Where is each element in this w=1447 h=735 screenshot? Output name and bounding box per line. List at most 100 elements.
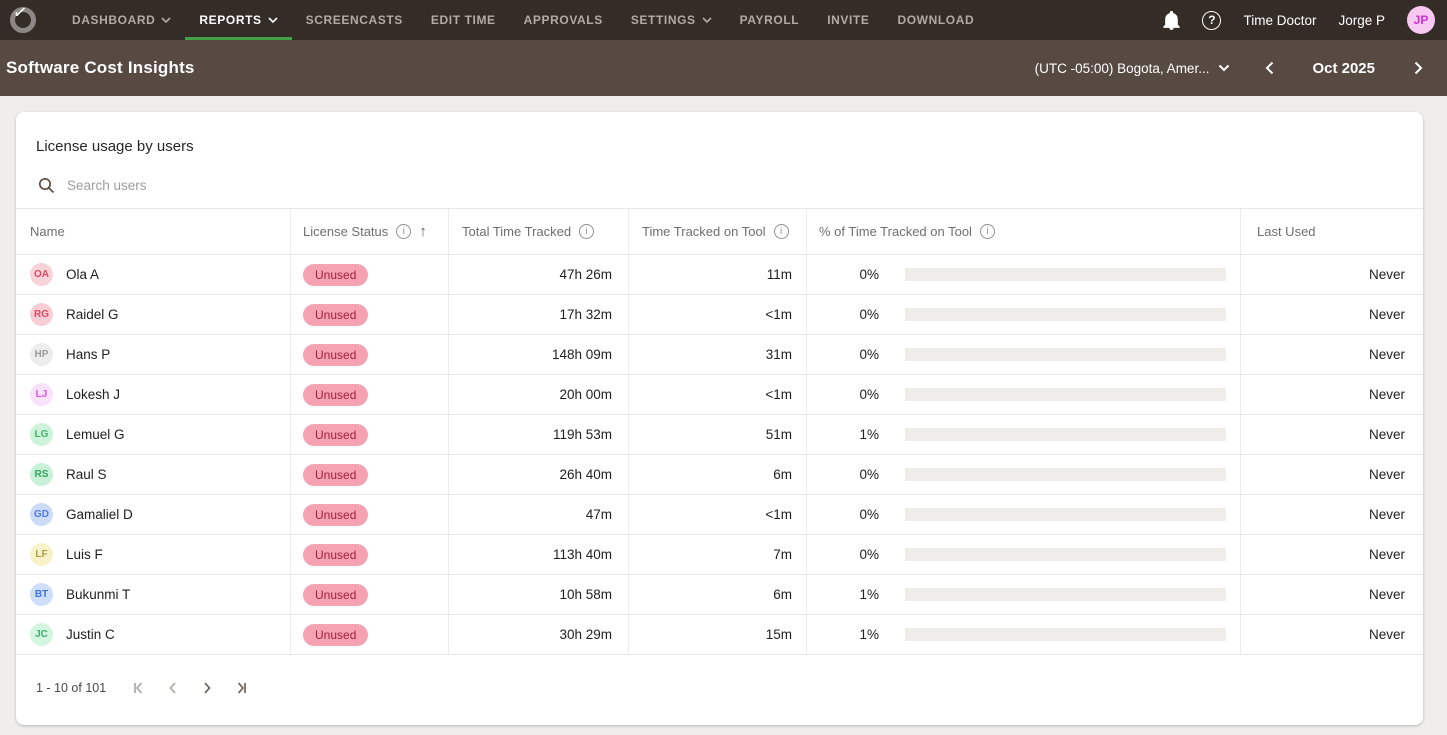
usage-bar	[905, 308, 1226, 321]
status-badge: Unused	[303, 543, 369, 566]
avatar: BT	[30, 583, 53, 606]
pct-value: 1%	[859, 627, 879, 642]
info-icon[interactable]: i	[773, 224, 789, 239]
user-avatar[interactable]: JP	[1407, 6, 1435, 34]
column-header-pct-time[interactable]: % of Time Tracked on Tool i	[806, 209, 1240, 254]
last-page-icon	[238, 682, 247, 694]
column-header-tool-time[interactable]: Time Tracked on Tool i	[628, 209, 806, 254]
user-name: Raidel G	[66, 307, 119, 322]
page-header-bar: Software Cost Insights (UTC -05:00) Bogo…	[0, 40, 1447, 96]
table-row: LJ Lokesh J Unused 20h 00m <1m 0% Never	[16, 375, 1423, 415]
table-row: LF Luis F Unused 113h 40m 7m 0% Never	[16, 535, 1423, 575]
tool-time-value: 15m	[765, 627, 792, 642]
search-bar	[16, 161, 1423, 208]
previous-page-button[interactable]	[156, 675, 190, 701]
timedoctor-logo-icon[interactable]: ✓	[10, 2, 36, 33]
chevron-down-icon	[702, 17, 712, 23]
user-name: Bukunmi T	[66, 587, 131, 602]
table-header: Name License Status i ↑ Total Time Track…	[16, 208, 1423, 255]
table-row: JC Justin C Unused 30h 29m 15m 1% Never	[16, 615, 1423, 655]
nav-item-edit-time[interactable]: EDIT TIME	[417, 0, 510, 40]
pct-value: 0%	[859, 507, 879, 522]
next-page-button[interactable]	[190, 675, 224, 701]
pct-value: 1%	[859, 427, 879, 442]
license-usage-card: License usage by users Name License Stat…	[16, 112, 1423, 725]
search-input[interactable]	[67, 178, 487, 193]
last-page-button[interactable]	[224, 675, 258, 701]
usage-bar	[905, 348, 1226, 361]
total-time-value: 119h 53m	[552, 427, 612, 442]
chevron-down-icon	[268, 17, 278, 23]
total-time-value: 30h 29m	[559, 627, 612, 642]
pct-value: 0%	[859, 387, 879, 402]
status-badge: Unused	[303, 623, 369, 646]
product-name: Time Doctor	[1243, 12, 1317, 28]
usage-bar	[905, 508, 1226, 521]
user-name: Raul S	[66, 467, 107, 482]
topnav-right: ? Time Doctor Jorge P JP	[1163, 6, 1435, 34]
last-used-value: Never	[1368, 627, 1405, 642]
nav-item-invite[interactable]: INVITE	[813, 0, 883, 40]
info-icon[interactable]: i	[579, 224, 595, 239]
tool-time-value: 11m	[766, 267, 792, 282]
avatar: LF	[30, 543, 53, 566]
status-badge: Unused	[303, 303, 369, 326]
last-used-value: Never	[1368, 307, 1405, 322]
page-title: Software Cost Insights	[6, 58, 195, 77]
user-name: Ola A	[66, 267, 100, 282]
total-time-value: 47m	[585, 507, 612, 522]
sort-asc-icon[interactable]: ↑	[419, 223, 427, 240]
avatar: LG	[30, 423, 53, 446]
table-body: OA Ola A Unused 47h 26m 11m 0% Never RG …	[16, 255, 1423, 655]
first-page-icon	[134, 682, 143, 694]
chevron-right-icon	[1414, 61, 1422, 75]
chevron-left-icon	[169, 682, 176, 694]
page-header-controls: (UTC -05:00) Bogota, Amer... Oct 2025	[1035, 53, 1433, 83]
user-name-label[interactable]: Jorge P	[1338, 13, 1385, 28]
last-used-value: Never	[1368, 547, 1405, 562]
pct-value: 1%	[859, 587, 879, 602]
column-header-name[interactable]: Name	[16, 209, 290, 254]
total-time-value: 26h 40m	[559, 467, 612, 482]
previous-period-button[interactable]	[1254, 53, 1284, 83]
total-time-value: 17h 32m	[559, 307, 612, 322]
nav-item-screencasts[interactable]: SCREENCASTS	[292, 0, 417, 40]
nav-item-download[interactable]: DOWNLOAD	[883, 0, 988, 40]
status-badge: Unused	[303, 463, 369, 486]
column-header-license-status[interactable]: License Status i ↑	[290, 209, 448, 254]
table-row: BT Bukunmi T Unused 10h 58m 6m 1% Never	[16, 575, 1423, 615]
status-badge: Unused	[303, 583, 369, 606]
nav-item-reports[interactable]: REPORTS	[185, 0, 292, 40]
pct-value: 0%	[859, 307, 879, 322]
chevron-down-icon	[1219, 64, 1230, 72]
last-used-value: Never	[1368, 267, 1405, 282]
tool-time-value: 31m	[765, 347, 792, 362]
avatar: JC	[30, 623, 53, 646]
column-header-total-time[interactable]: Total Time Tracked i	[448, 209, 628, 254]
column-header-last-used[interactable]: Last Used	[1240, 209, 1423, 254]
timezone-selector[interactable]: (UTC -05:00) Bogota, Amer...	[1035, 61, 1231, 76]
info-icon[interactable]: i	[396, 224, 412, 239]
table-row: GD Gamaliel D Unused 47m <1m 0% Never	[16, 495, 1423, 535]
avatar: HP	[30, 343, 53, 366]
user-name: Gamaliel D	[66, 507, 133, 522]
first-page-button[interactable]	[122, 675, 156, 701]
nav-item-approvals[interactable]: APPROVALS	[510, 0, 617, 40]
nav-item-dashboard[interactable]: DASHBOARD	[58, 0, 185, 40]
tool-time-value: <1m	[765, 387, 792, 402]
pagination-range-label: 1 - 10 of 101	[36, 681, 107, 695]
info-icon[interactable]: i	[979, 224, 995, 239]
notifications-bell-icon[interactable]	[1163, 10, 1181, 30]
chevron-left-icon	[1265, 61, 1274, 75]
status-badge: Unused	[303, 503, 369, 526]
avatar: GD	[30, 503, 53, 526]
next-period-button[interactable]	[1403, 53, 1433, 83]
nav-item-settings[interactable]: SETTINGS	[617, 0, 726, 40]
nav-item-payroll[interactable]: PAYROLL	[726, 0, 814, 40]
app-window: ✓ DASHBOARD REPORTS SCREENCASTS EDIT TIME AP…	[0, 0, 1447, 735]
total-time-value: 148h 09m	[551, 347, 612, 362]
user-name: Lemuel G	[66, 427, 125, 442]
status-badge: Unused	[303, 343, 369, 366]
help-icon[interactable]: ?	[1202, 10, 1222, 30]
tool-time-value: <1m	[765, 307, 792, 322]
